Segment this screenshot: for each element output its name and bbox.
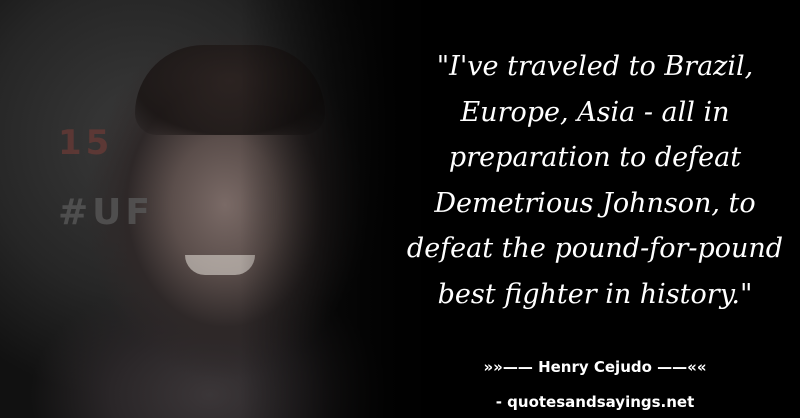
quote-line: Europe, Asia - all in: [460, 96, 730, 128]
quote-text: "I've traveled to Brazil, Europe, Asia -…: [405, 44, 785, 317]
portrait-hair: [135, 45, 325, 135]
quote-line: preparation to defeat: [448, 142, 742, 173]
website-credit: - quotesandsayings.net: [495, 393, 695, 411]
backdrop-hashtag: #UF: [58, 192, 154, 233]
quote-line: defeat the pound-for-pound: [406, 233, 784, 264]
quote-line: Demetrious Johnson, to: [434, 187, 756, 219]
quote-card: 15 #UF "I've traveled to Brazil, Europe,…: [0, 0, 800, 418]
quote-line: best fighter in history.": [437, 278, 753, 310]
portrait-photo: 15 #UF: [0, 0, 440, 418]
quote-line: "I've traveled to Brazil,: [436, 51, 754, 82]
quote-attribution: »»—— Henry Cejudo ——««: [483, 358, 707, 376]
portrait-smile: [185, 255, 255, 275]
backdrop-signage: 15 #UF: [58, 108, 154, 248]
